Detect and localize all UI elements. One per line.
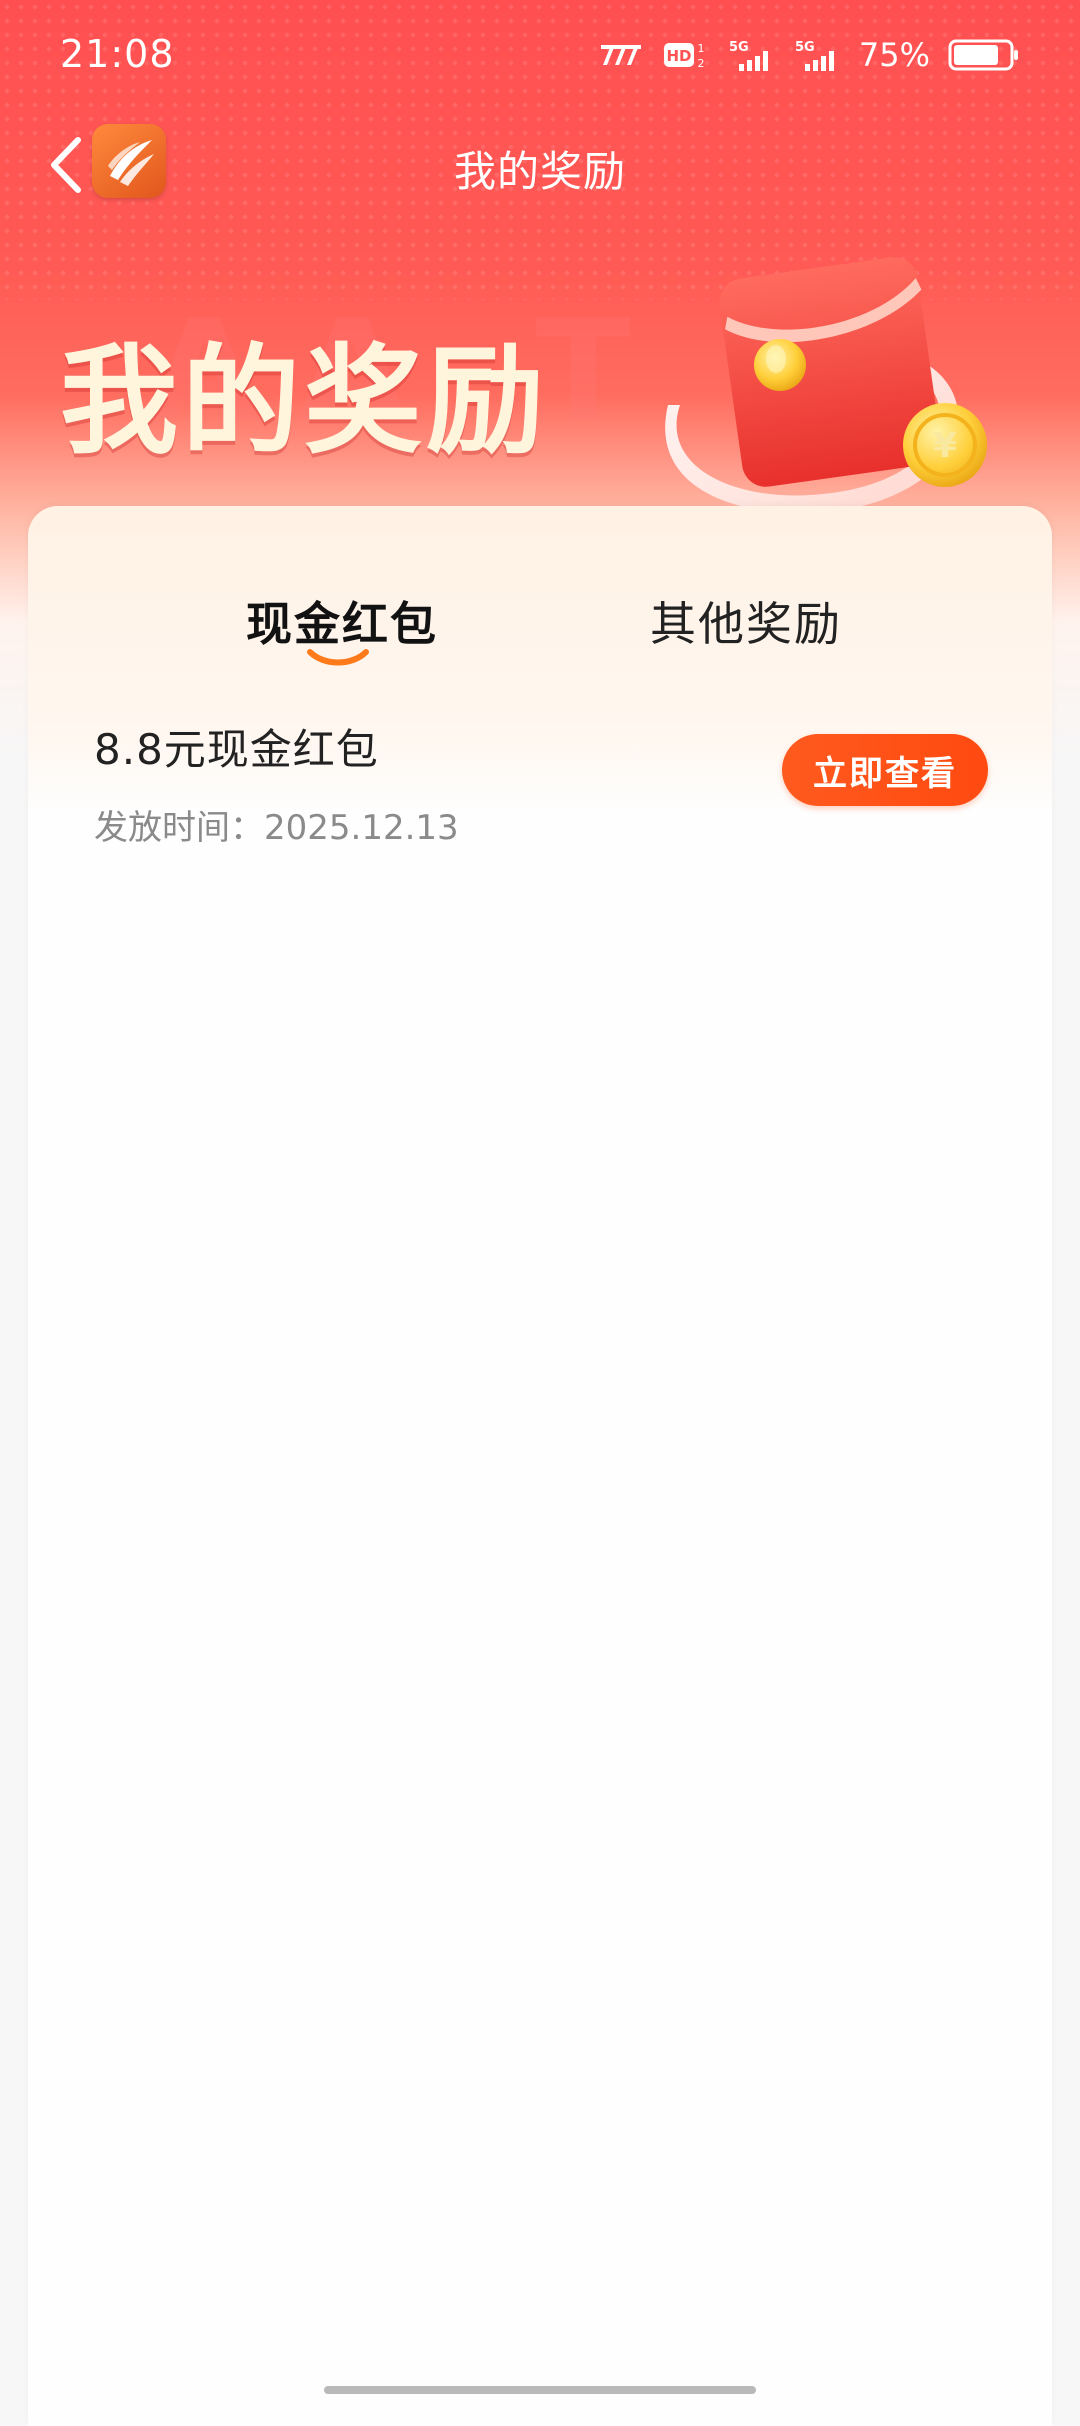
reward-issue-date: 发放时间：2025.12.13 [94,800,459,849]
status-time: 21:08 [60,32,175,76]
battery-percent: 75% [858,36,930,74]
reward-list-item: 8.8元现金红包 发放时间：2025.12.13 立即查看 [28,716,1052,866]
svg-text:5G: 5G [795,40,815,55]
navigation-bar: 我的奖励 [0,120,1080,210]
svg-text:2: 2 [697,57,704,70]
issue-date-value: 2025.12.13 [264,808,459,848]
active-tab-indicator [307,649,369,666]
home-indicator[interactable] [324,2386,756,2394]
svg-text:HD: HD [666,47,691,65]
signal-icon-2: 5G [793,38,841,72]
red-envelope-illustration: ¥ [665,257,987,514]
status-bar: 21:08 HD 1 2 5G 5G 75% [0,0,1080,116]
tab-other-rewards[interactable]: 其他奖励 [650,588,842,654]
hd-icon: HD 1 2 [663,38,709,72]
reward-card: 现金红包 其他奖励 8.8元现金红包 发放时间：2025.12.13 立即查看 [28,506,1052,2426]
hero-title: 我的奖励 [60,332,549,470]
status-icons: HD 1 2 5G 5G 75% [599,36,1020,74]
signal-icon-1: 5G [727,38,775,72]
view-now-button[interactable]: 立即查看 [782,734,988,806]
battery-icon [948,38,1020,72]
reward-tabs: 现金红包 其他奖励 [28,506,1052,686]
nfc-icon [599,38,645,72]
page-title: 我的奖励 [453,147,626,196]
svg-text:1: 1 [697,42,704,55]
tab-cash-red-packet[interactable]: 现金红包 [246,588,438,654]
svg-text:¥: ¥ [933,426,957,466]
reward-title: 8.8元现金红包 [94,725,379,774]
svg-text:5G: 5G [729,40,749,55]
issue-date-label: 发放时间： [94,808,264,848]
